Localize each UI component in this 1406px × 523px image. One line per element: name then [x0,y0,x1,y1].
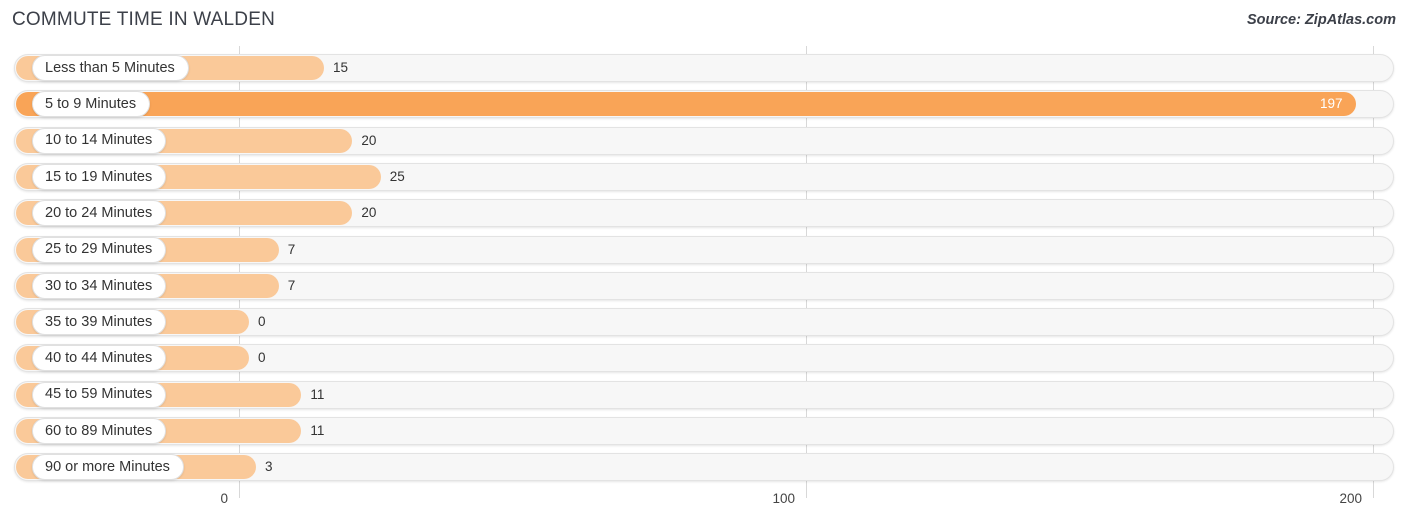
category-label-pill: 5 to 9 Minutes [32,91,151,118]
x-axis: 0 100 200 [0,487,1406,523]
page-title: COMMUTE TIME IN WALDEN [12,9,276,30]
chart-row[interactable]: 20 to 24 Minutes 20 [0,197,1406,231]
category-label: 5 to 9 Minutes [45,96,137,113]
axis-tick-mark [1373,487,1374,498]
category-label-pill: 30 to 34 Minutes [32,272,167,299]
chart-row[interactable]: 25 to 29 Minutes 7 [0,234,1406,268]
category-label-pill: 45 to 59 Minutes [32,381,167,408]
category-label-pill: 10 to 14 Minutes [32,127,167,154]
chart-row[interactable]: 30 to 34 Minutes 7 [0,270,1406,304]
bar-value-label: 20 [361,205,377,221]
bar-value-label: 7 [287,277,296,293]
chart-plot-area: Less than 5 Minutes 15 5 to 9 Minutes 197 10… [0,46,1406,487]
axis-tick-mark [806,487,807,498]
category-label-pill: 60 to 89 Minutes [32,418,167,444]
bar-value-label: 11 [310,386,325,402]
bar[interactable] [16,92,1356,117]
category-label-pill: 40 to 44 Minutes [32,345,167,372]
bar-value-label: 11 [310,423,325,438]
chart-row[interactable]: 35 to 39 Minutes 0 [0,306,1406,340]
category-label: 15 to 19 Minutes [45,168,153,185]
bar-value-label: 0 [258,314,266,330]
bar-value-label: 7 [287,241,296,257]
category-label-pill: 20 to 24 Minutes [32,200,167,227]
chart-row[interactable]: 40 to 44 Minutes 0 [0,342,1406,376]
category-label: 40 to 44 Minutes [45,350,153,367]
bar-value-label: 0 [258,350,266,366]
chart-row[interactable]: Less than 5 Minutes 15 [0,52,1406,86]
category-label-pill: 90 or more Minutes [32,454,184,481]
category-label-pill: 25 to 29 Minutes [32,236,167,263]
bar-value-label: 25 [389,168,405,184]
bar-value-label: 20 [361,132,377,148]
x-axis-tick-label: 200 [1339,491,1362,506]
category-label-pill: Less than 5 Minutes [32,55,189,81]
category-label: 10 to 14 Minutes [45,132,153,149]
bar-value-label: 197 [1319,96,1343,112]
category-label: 45 to 59 Minutes [45,386,153,403]
category-label: 90 or more Minutes [45,459,170,476]
category-label: 20 to 24 Minutes [45,204,153,221]
chart-row[interactable]: 5 to 9 Minutes 197 [0,88,1406,122]
chart-row[interactable]: 60 to 89 Minutes 11 [0,415,1406,449]
bar-value-label: 3 [265,459,273,475]
chart-row[interactable]: 15 to 19 Minutes 25 [0,161,1406,195]
category-label: Less than 5 Minutes [45,59,175,76]
source-attribution: Source: ZipAtlas.com [1246,12,1396,28]
chart-row[interactable]: 10 to 14 Minutes 20 [0,125,1406,159]
bar-value-label: 15 [333,60,349,75]
category-label: 25 to 29 Minutes [45,241,153,258]
chart-row[interactable]: 90 or more Minutes 3 [0,451,1406,485]
category-label-pill: 15 to 19 Minutes [32,163,167,190]
category-label: 35 to 39 Minutes [45,313,153,330]
x-axis-tick-label: 0 [220,491,228,506]
chart-row[interactable]: 45 to 59 Minutes 11 [0,379,1406,413]
chart-header: COMMUTE TIME IN WALDEN Source: ZipAtlas.… [0,0,1406,46]
category-label-pill: 35 to 39 Minutes [32,309,167,336]
category-label: 60 to 89 Minutes [45,422,153,439]
axis-tick-mark [239,487,240,498]
category-label: 30 to 34 Minutes [45,277,153,294]
x-axis-tick-label: 100 [772,491,795,506]
